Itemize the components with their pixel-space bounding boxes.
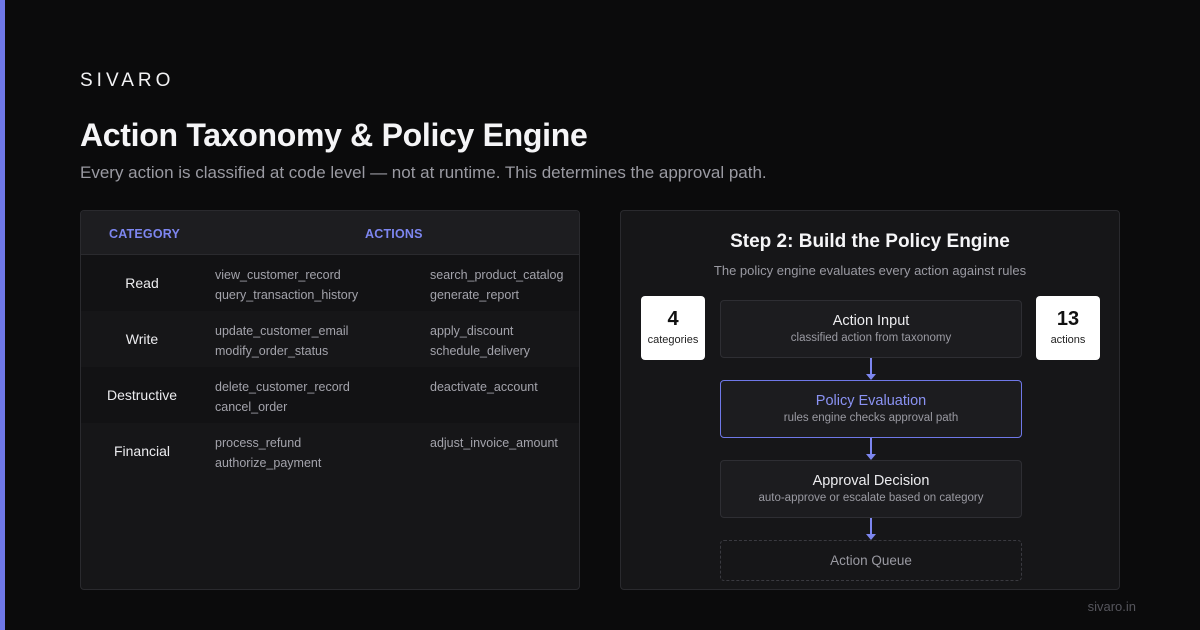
row-category: Financial	[113, 443, 171, 459]
taxonomy-table: CATEGORY ACTIONS Read view_customer_reco…	[80, 210, 580, 590]
node-title: Action Queue	[830, 553, 912, 568]
engine-title: Step 2: Build the Policy Engine	[730, 231, 1010, 252]
header-category: CATEGORY	[109, 227, 181, 241]
row-actions-col1: view_customer_record query_transaction_h…	[215, 268, 359, 302]
row-actions-col1: delete_customer_record cancel_order	[215, 380, 350, 414]
flow-arrow	[866, 518, 876, 540]
flow-arrow	[866, 438, 876, 460]
node-subtitle: rules engine checks approval path	[783, 412, 959, 424]
accent-bar	[0, 0, 5, 630]
engine-subtitle: The policy engine evaluates every action…	[713, 263, 1027, 278]
row-actions-col1: update_customer_email modify_order_statu…	[215, 324, 349, 358]
node-action-input: Action Input classified action from taxo…	[720, 300, 1022, 358]
row-category: Read	[125, 275, 159, 291]
row-category: Destructive	[106, 387, 178, 403]
row-category: Write	[125, 331, 159, 347]
table-row: Destructive delete_customer_record cance…	[81, 367, 579, 423]
stat-value: 13	[1056, 308, 1080, 330]
node-policy-evaluation: Policy Evaluation rules engine checks ap…	[720, 380, 1022, 438]
node-title: Approval Decision	[812, 473, 930, 489]
page-subtitle: Every action is classified at code level…	[80, 163, 767, 182]
node-title: Policy Evaluation	[815, 393, 927, 409]
node-title: Action Input	[832, 313, 910, 329]
table-row: Write update_customer_email modify_order…	[81, 311, 579, 367]
node-approval-decision: Approval Decision auto-approve or escala…	[720, 460, 1022, 518]
node-subtitle: classified action from taxonomy	[790, 332, 952, 344]
row-actions-col2: deactivate_account	[430, 380, 538, 394]
stat-label: categories	[647, 334, 699, 346]
row-actions-col2: apply_discount schedule_delivery	[430, 324, 531, 358]
page-title: Action Taxonomy & Policy Engine	[80, 117, 588, 153]
row-actions-col2: search_product_catalog generate_report	[430, 268, 564, 302]
stat-actions: 13 actions	[1036, 296, 1100, 360]
stat-categories: 4 categories	[641, 296, 705, 360]
footer-url: sivaro.in	[1087, 599, 1136, 614]
node-subtitle: auto-approve or escalate based on catego…	[758, 492, 984, 504]
header-actions: ACTIONS	[365, 227, 423, 241]
table-row: Financial process_refund authorize_payme…	[81, 423, 579, 479]
policy-engine-panel: Step 2: Build the Policy Engine The poli…	[620, 210, 1120, 590]
stat-value: 4	[667, 308, 679, 330]
table-row: Read view_customer_record query_transact…	[81, 255, 579, 311]
brand-logo: SIVARO	[80, 70, 175, 91]
table-header: CATEGORY ACTIONS	[81, 211, 579, 255]
row-actions-col1: process_refund authorize_payment	[215, 436, 322, 470]
stat-label: actions	[1050, 334, 1086, 346]
node-action-queue: Action Queue	[720, 540, 1022, 581]
row-actions-col2: adjust_invoice_amount	[430, 436, 558, 450]
flow-arrow	[866, 358, 876, 380]
